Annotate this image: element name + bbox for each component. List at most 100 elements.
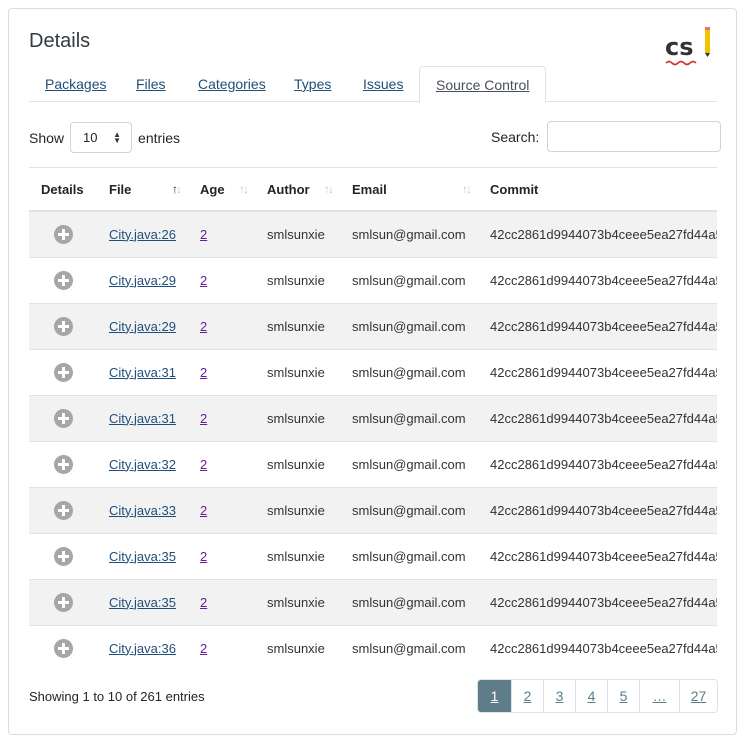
entries-per-page-select[interactable]: 10 ▲ ▼	[70, 122, 133, 153]
file-link[interactable]: City.java:33	[109, 503, 176, 518]
updown-arrows-icon: ▲ ▼	[113, 129, 122, 145]
email-cell: smlsun@gmail.com	[340, 533, 478, 580]
column-header-details: Details	[29, 168, 97, 212]
tab-source-control[interactable]: Source Control	[419, 66, 547, 103]
plus-circle-icon[interactable]	[53, 408, 73, 428]
plus-circle-icon[interactable]	[53, 316, 73, 336]
column-header-age[interactable]: Age ↑↓	[188, 168, 255, 212]
column-header-file[interactable]: File ↑↓	[97, 168, 188, 212]
file-cell: City.java:36	[97, 625, 188, 661]
source-control-table-wrapper[interactable]: Details File ↑↓ Age ↑↓ Author ↑↓ Email ↑↓ Co…	[29, 167, 717, 661]
author-cell: smlsunxie	[255, 533, 340, 580]
file-link[interactable]: City.java:36	[109, 641, 176, 656]
email-cell: smlsun@gmail.com	[340, 257, 478, 304]
table-row: City.java:29 2 smlsunxie smlsun@gmail.com 42…	[29, 257, 717, 304]
plus-circle-icon[interactable]	[53, 362, 73, 382]
email-cell: smlsun@gmail.com	[340, 395, 478, 442]
details-cell	[29, 533, 97, 580]
column-header-email[interactable]: Email ↑↓	[340, 168, 478, 212]
table-info: Showing 1 to 10 of 261 entries	[29, 689, 205, 704]
email-cell: smlsun@gmail.com	[340, 349, 478, 396]
age-link[interactable]: 2	[200, 503, 207, 518]
tab-packages[interactable]: Packages	[29, 66, 122, 102]
file-cell: City.java:32	[97, 441, 188, 488]
file-cell: City.java:35	[97, 579, 188, 626]
age-link[interactable]: 2	[200, 273, 207, 288]
file-link[interactable]: City.java:29	[109, 273, 176, 288]
plus-circle-icon[interactable]	[53, 224, 73, 244]
table-row: City.java:31 2 smlsunxie smlsun@gmail.com 42…	[29, 395, 717, 442]
page-button-4[interactable]: 4	[575, 680, 607, 712]
age-cell: 2	[188, 625, 255, 661]
author-cell: smlsunxie	[255, 487, 340, 534]
details-cell	[29, 487, 97, 534]
email-cell: smlsun@gmail.com	[340, 303, 478, 350]
search-input[interactable]	[547, 121, 722, 152]
column-header-commit[interactable]: Commit	[478, 168, 717, 212]
details-card: Details cs Packages Files Categories Typ…	[8, 8, 737, 735]
file-link[interactable]: City.java:32	[109, 457, 176, 472]
file-link[interactable]: City.java:35	[109, 595, 176, 610]
table-body: City.java:26 2 smlsunxie smlsun@gmail.com 42…	[29, 211, 717, 661]
file-link[interactable]: City.java:29	[109, 319, 176, 334]
details-cell	[29, 395, 97, 442]
plus-circle-icon[interactable]	[53, 270, 73, 290]
page-button-1[interactable]: 1	[478, 680, 511, 712]
commit-cell: 42cc2861d9944073b4ceee5ea27fd44a5	[478, 211, 717, 258]
page-button-2[interactable]: 2	[511, 680, 543, 712]
age-cell: 2	[188, 579, 255, 626]
table-row: City.java:36 2 smlsunxie smlsun@gmail.com 42…	[29, 625, 717, 661]
table-row: City.java:35 2 smlsunxie smlsun@gmail.com 42…	[29, 533, 717, 580]
email-cell: smlsun@gmail.com	[340, 211, 478, 258]
pagination-ellipsis: …	[639, 680, 679, 712]
file-link[interactable]: City.java:31	[109, 411, 176, 426]
age-link[interactable]: 2	[200, 319, 207, 334]
sort-icon: ↑↓	[324, 182, 334, 196]
column-header-author[interactable]: Author ↑↓	[255, 168, 340, 212]
commit-cell: 42cc2861d9944073b4ceee5ea27fd44a5	[478, 441, 717, 488]
age-link[interactable]: 2	[200, 595, 207, 610]
age-link[interactable]: 2	[200, 549, 207, 564]
plus-circle-icon[interactable]	[53, 546, 73, 566]
search-label: Search:	[491, 128, 540, 145]
table-row: City.java:35 2 smlsunxie smlsun@gmail.com 42…	[29, 579, 717, 626]
file-cell: City.java:31	[97, 395, 188, 442]
age-cell: 2	[188, 257, 255, 304]
tab-types[interactable]: Types	[278, 66, 347, 102]
details-cell	[29, 441, 97, 488]
age-link[interactable]: 2	[200, 457, 207, 472]
entries-per-page-value: 10	[83, 130, 98, 145]
commit-cell: 42cc2861d9944073b4ceee5ea27fd44a5	[478, 487, 717, 534]
details-cell	[29, 625, 97, 661]
table-row: City.java:26 2 smlsunxie smlsun@gmail.com 42…	[29, 211, 717, 258]
author-cell: smlsunxie	[255, 257, 340, 304]
plus-circle-icon[interactable]	[53, 454, 73, 474]
tab-categories[interactable]: Categories	[182, 66, 282, 102]
svg-text:cs: cs	[665, 33, 694, 61]
plus-circle-icon[interactable]	[53, 592, 73, 612]
file-cell: City.java:29	[97, 257, 188, 304]
age-cell: 2	[188, 441, 255, 488]
age-cell: 2	[188, 533, 255, 580]
tab-files[interactable]: Files	[120, 66, 182, 102]
age-link[interactable]: 2	[200, 641, 207, 656]
file-link[interactable]: City.java:26	[109, 227, 176, 242]
page-button-5[interactable]: 5	[607, 680, 639, 712]
details-cell	[29, 579, 97, 626]
email-cell: smlsun@gmail.com	[340, 441, 478, 488]
age-link[interactable]: 2	[200, 411, 207, 426]
plus-circle-icon[interactable]	[53, 638, 73, 658]
age-link[interactable]: 2	[200, 365, 207, 380]
age-link[interactable]: 2	[200, 227, 207, 242]
sort-icon: ↑↓	[462, 182, 472, 196]
details-cell	[29, 303, 97, 350]
page-button-3[interactable]: 3	[543, 680, 575, 712]
file-link[interactable]: City.java:35	[109, 549, 176, 564]
file-link[interactable]: City.java:31	[109, 365, 176, 380]
commit-cell: 42cc2861d9944073b4ceee5ea27fd44a5	[478, 533, 717, 580]
tab-issues[interactable]: Issues	[347, 66, 419, 102]
commit-cell: 42cc2861d9944073b4ceee5ea27fd44a5	[478, 303, 717, 350]
cs-logo-icon: cs	[665, 27, 710, 66]
page-button-27[interactable]: 27	[679, 680, 717, 712]
plus-circle-icon[interactable]	[53, 500, 73, 520]
